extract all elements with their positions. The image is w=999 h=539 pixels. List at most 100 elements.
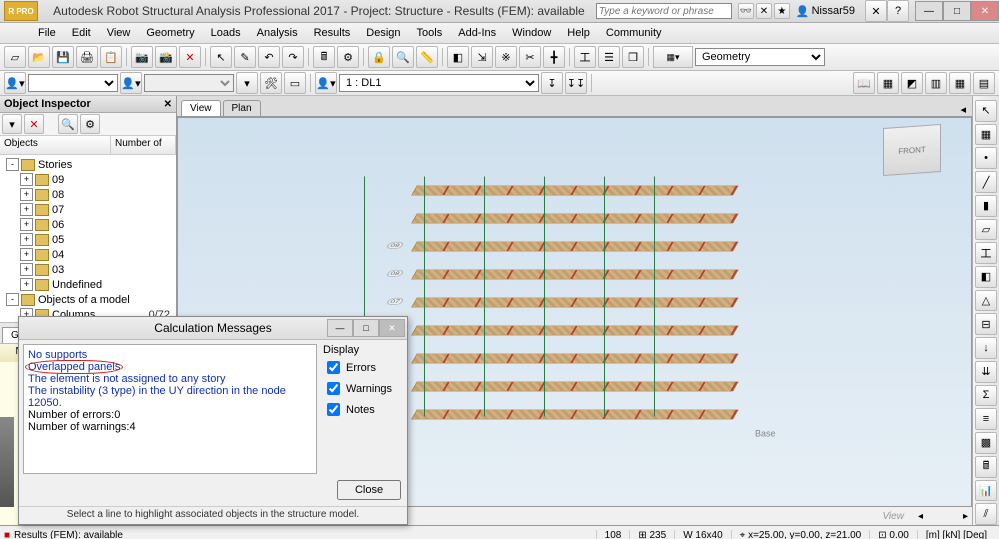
- calc-icon[interactable]: 🖩: [313, 46, 335, 68]
- check-notes[interactable]: Notes: [323, 400, 403, 419]
- cut-icon[interactable]: ✂: [519, 46, 541, 68]
- filter-icon[interactable]: ▾: [236, 72, 258, 94]
- tree-row[interactable]: +08: [2, 187, 174, 202]
- tree-row[interactable]: -Objects of a model: [2, 292, 174, 307]
- section-icon[interactable]: 工: [574, 46, 596, 68]
- message-line[interactable]: No supports: [28, 349, 312, 361]
- screenshot-icon[interactable]: 📷: [131, 46, 153, 68]
- combo-tool-icon[interactable]: Σ: [975, 385, 997, 407]
- calc-tool-icon[interactable]: 🖩: [975, 456, 997, 478]
- tree-row[interactable]: +06: [2, 217, 174, 232]
- load-apply-icon[interactable]: ↧↧: [565, 72, 587, 94]
- column-tool-icon[interactable]: ▮: [975, 195, 997, 217]
- view-table-icon[interactable]: ▤: [973, 72, 995, 94]
- open-icon[interactable]: 📂: [28, 46, 50, 68]
- menu-design[interactable]: Design: [358, 27, 408, 39]
- inspector-col-number[interactable]: Number of ...: [111, 136, 176, 154]
- dialog-maximize-button[interactable]: □: [353, 319, 379, 337]
- dialog-minimize-button[interactable]: —: [327, 319, 353, 337]
- save-icon[interactable]: 💾: [52, 46, 74, 68]
- expand-icon[interactable]: +: [20, 233, 33, 246]
- undo-icon[interactable]: ↶: [258, 46, 280, 68]
- tools-icon[interactable]: 🛠: [260, 72, 282, 94]
- view-grid-icon[interactable]: ▦: [877, 72, 899, 94]
- delete-icon[interactable]: ✕: [179, 46, 201, 68]
- node-sel-icon[interactable]: 👤▾: [120, 72, 142, 94]
- params-icon[interactable]: ⚙: [337, 46, 359, 68]
- menu-help[interactable]: Help: [559, 27, 598, 39]
- load-sel-icon[interactable]: 👤▾: [315, 72, 337, 94]
- mesh-tool-icon[interactable]: ▩: [975, 432, 997, 454]
- load-tool-icon[interactable]: ↓: [975, 337, 997, 359]
- expand-icon[interactable]: +: [20, 218, 33, 231]
- menu-add-ins[interactable]: Add-Ins: [450, 27, 504, 39]
- window-icon[interactable]: ◧: [447, 46, 469, 68]
- support-tool-icon[interactable]: △: [975, 290, 997, 312]
- binoculars-icon[interactable]: 👓: [738, 3, 754, 19]
- dialog-titlebar[interactable]: Calculation Messages — □ ✕: [19, 317, 407, 340]
- release-tool-icon[interactable]: ⊟: [975, 313, 997, 335]
- preview-icon[interactable]: 📋: [100, 46, 122, 68]
- expand-icon[interactable]: +: [20, 173, 33, 186]
- menu-tools[interactable]: Tools: [409, 27, 451, 39]
- load-down-icon[interactable]: ↧: [541, 72, 563, 94]
- tree-row[interactable]: -Stories: [2, 157, 174, 172]
- tab-view[interactable]: View: [181, 100, 221, 116]
- keyword-search-input[interactable]: [596, 3, 732, 19]
- tree-row[interactable]: +09: [2, 172, 174, 187]
- find-icon[interactable]: 🔍: [392, 46, 414, 68]
- expand-icon[interactable]: -: [6, 158, 19, 171]
- scroll-left-icon[interactable]: ◂: [914, 511, 927, 522]
- bar-tool-icon[interactable]: ╱: [975, 171, 997, 193]
- view-cube[interactable]: FRONT: [883, 124, 941, 176]
- minimize-button[interactable]: —: [915, 1, 943, 21]
- 3d-icon[interactable]: ❒: [622, 46, 644, 68]
- filter-objects-icon[interactable]: ▾: [2, 114, 22, 134]
- menu-window[interactable]: Window: [504, 27, 559, 39]
- menu-community[interactable]: Community: [598, 27, 670, 39]
- shrink-icon[interactable]: ⇲: [471, 46, 493, 68]
- dialog-close-button[interactable]: ✕: [379, 319, 405, 337]
- diagram-tool-icon[interactable]: ⫽: [975, 503, 997, 525]
- member-icon[interactable]: ☰: [598, 46, 620, 68]
- material-tool-icon[interactable]: ◧: [975, 266, 997, 288]
- tab-scroll-left-icon[interactable]: ◂: [954, 103, 972, 116]
- check-errors[interactable]: Errors: [323, 358, 403, 377]
- selection-combo-1[interactable]: [28, 74, 118, 92]
- messages-list[interactable]: No supportsOverlapped panelsThe element …: [23, 344, 317, 474]
- tree-row[interactable]: +05: [2, 232, 174, 247]
- tree-row[interactable]: +07: [2, 202, 174, 217]
- story-tool-icon[interactable]: ≡: [975, 408, 997, 430]
- tree-row[interactable]: +Undefined: [2, 277, 174, 292]
- expand-icon[interactable]: +: [20, 263, 33, 276]
- layout-combo[interactable]: Geometry: [695, 48, 825, 66]
- print-icon[interactable]: 🖨: [76, 46, 98, 68]
- tree-row[interactable]: +03: [2, 262, 174, 277]
- axis-icon[interactable]: ╋: [543, 46, 565, 68]
- view-split-icon[interactable]: ▥: [925, 72, 947, 94]
- tree-row[interactable]: +04: [2, 247, 174, 262]
- section-tool-icon[interactable]: 工: [975, 242, 997, 264]
- expand-icon[interactable]: +: [20, 203, 33, 216]
- dialog-close-btn[interactable]: Close: [337, 480, 401, 500]
- maximize-button[interactable]: □: [943, 1, 971, 21]
- menu-loads[interactable]: Loads: [203, 27, 249, 39]
- message-line[interactable]: Number of warnings:4: [28, 421, 312, 433]
- select-icon[interactable]: ↖: [210, 46, 232, 68]
- selection-combo-2[interactable]: [144, 74, 234, 92]
- expand-icon[interactable]: +: [20, 188, 33, 201]
- view-iso-icon[interactable]: ◩: [901, 72, 923, 94]
- config-icon[interactable]: ⚙: [80, 114, 100, 134]
- pointer-icon[interactable]: ↖: [975, 100, 997, 122]
- node-tool-icon[interactable]: •: [975, 147, 997, 169]
- menu-results[interactable]: Results: [306, 27, 359, 39]
- help-icon[interactable]: ?: [887, 0, 909, 22]
- exchange-icon[interactable]: ✕: [865, 0, 887, 22]
- view-multi-icon[interactable]: ▦: [949, 72, 971, 94]
- message-line[interactable]: The instability (3 type) in the UY direc…: [28, 385, 312, 409]
- results-tool-icon[interactable]: 📊: [975, 480, 997, 502]
- object-icon[interactable]: ▭: [284, 72, 306, 94]
- new-icon[interactable]: ▱: [4, 46, 26, 68]
- measure-icon[interactable]: 📏: [416, 46, 438, 68]
- inspector-col-objects[interactable]: Objects: [0, 136, 111, 154]
